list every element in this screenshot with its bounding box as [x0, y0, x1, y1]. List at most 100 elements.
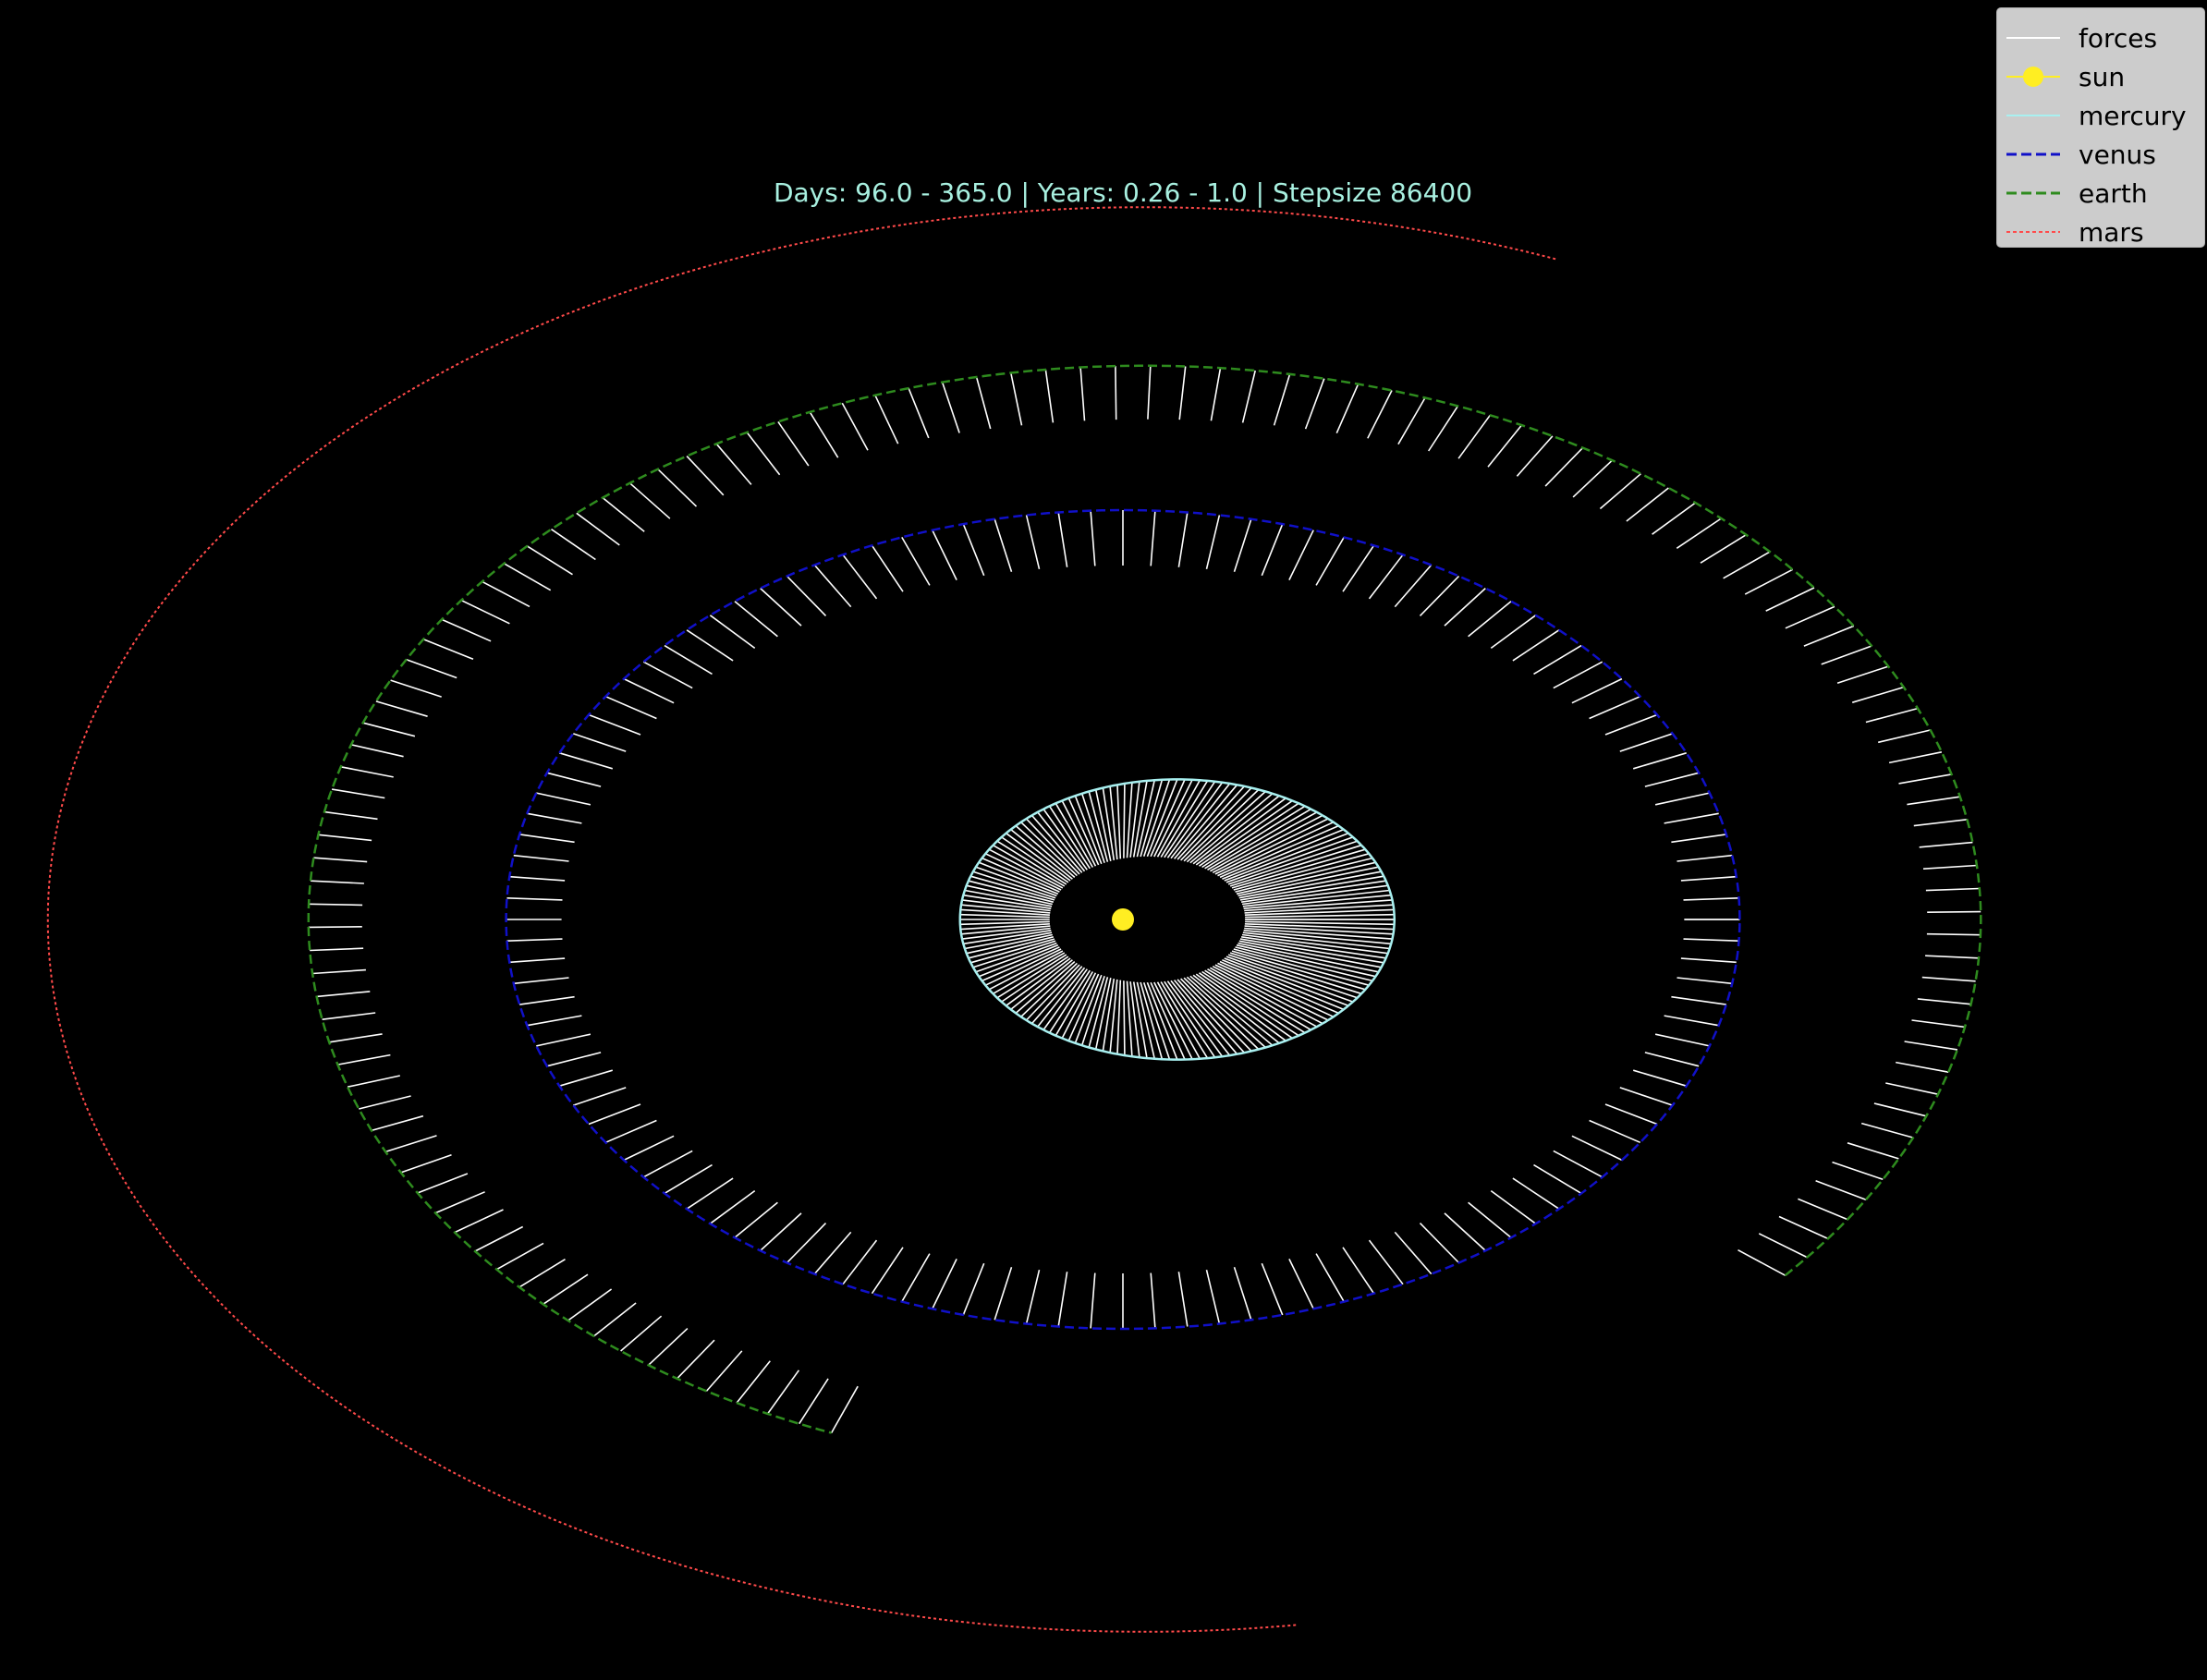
- force-vector-earth: [1079, 367, 1086, 421]
- force-vector-earth: [1544, 447, 1584, 487]
- force-vector-venus: [506, 897, 563, 901]
- force-vector-earth: [874, 395, 899, 444]
- force-vector-venus: [623, 677, 675, 704]
- force-vector-venus: [623, 1135, 675, 1162]
- force-vector-venus: [1261, 523, 1284, 577]
- force-vector-earth: [1847, 1142, 1899, 1160]
- force-vector-venus: [1512, 629, 1560, 662]
- force-vector-earth: [1044, 369, 1055, 423]
- force-vector-venus: [1632, 1069, 1687, 1087]
- force-vector-venus: [1553, 1150, 1603, 1178]
- force-vector-earth: [677, 1339, 715, 1380]
- force-vector-venus: [1619, 1087, 1673, 1106]
- force-vector-earth: [1803, 625, 1855, 647]
- force-vector-venus: [1090, 1272, 1096, 1329]
- force-vector-earth: [375, 700, 428, 717]
- force-vector-earth: [1907, 796, 1960, 806]
- force-vector-venus: [1315, 536, 1345, 586]
- force-vector-mercury: [959, 913, 1050, 919]
- force-vector-earth: [371, 1114, 424, 1132]
- force-vector-venus: [1288, 1259, 1314, 1309]
- force-vector-earth: [310, 947, 364, 952]
- force-vector-venus: [760, 1212, 802, 1251]
- force-vector-earth: [1885, 1082, 1939, 1095]
- force-vector-earth: [1851, 686, 1905, 703]
- force-vector-venus: [559, 1069, 614, 1087]
- force-vector-venus: [1671, 995, 1726, 1005]
- force-vector-venus: [1057, 1272, 1068, 1327]
- force-vector-venus: [506, 938, 563, 942]
- force-vector-venus: [813, 1231, 852, 1275]
- force-vector-venus: [871, 544, 904, 592]
- force-vector-earth: [686, 456, 725, 496]
- force-vector-earth: [1785, 605, 1835, 629]
- force-vector-earth: [504, 563, 552, 591]
- force-vector-venus: [1664, 812, 1719, 824]
- legend: forces sun mercury venus earth mars: [1996, 7, 2205, 248]
- legend-label: earth: [2079, 178, 2148, 209]
- legend-label: forces: [2079, 23, 2158, 54]
- force-vector-venus: [536, 1033, 591, 1047]
- force-vector-earth: [312, 968, 366, 975]
- force-vector-earth: [1925, 955, 1980, 959]
- legend-swatch-mercury: [2006, 115, 2060, 116]
- force-vector-earth: [908, 387, 930, 439]
- force-vector-earth: [1599, 473, 1641, 510]
- force-vector-earth: [1865, 707, 1919, 724]
- force-vector-earth: [1926, 932, 1981, 936]
- force-vector-venus: [513, 854, 569, 862]
- force-vector-earth: [1815, 1180, 1867, 1200]
- force-vector-earth: [390, 679, 442, 698]
- force-vector-earth: [1652, 502, 1696, 535]
- force-vector-earth: [593, 1302, 637, 1337]
- force-vector-venus: [573, 1087, 627, 1106]
- force-vector-venus: [1419, 575, 1460, 616]
- force-vector-earth: [1896, 1061, 1949, 1073]
- legend-swatch-forces: [2006, 37, 2060, 39]
- force-vector-venus: [1571, 677, 1623, 704]
- force-vector-venus: [1177, 1272, 1189, 1327]
- force-vector-earth: [799, 1378, 829, 1425]
- force-vector-venus: [734, 601, 778, 638]
- legend-label: mercury: [2079, 101, 2187, 131]
- force-vector-venus: [1619, 733, 1673, 752]
- force-vector-earth: [331, 788, 385, 799]
- force-vector-mercury: [1020, 822, 1078, 877]
- force-vector-venus: [1571, 1135, 1623, 1162]
- force-vector-venus: [842, 554, 878, 600]
- solar-system-plot: Days: 96.0 - 365.0 | Years: 0.26 - 1.0 |…: [46, 177, 1982, 1633]
- force-vector-venus: [1644, 772, 1700, 787]
- force-vector-earth: [736, 1360, 771, 1404]
- force-vector-venus: [519, 995, 575, 1005]
- force-vector-earth: [620, 1315, 663, 1352]
- force-vector-venus: [1288, 530, 1314, 580]
- force-vector-venus: [1671, 834, 1726, 844]
- force-vector-earth: [766, 1370, 800, 1415]
- force-vector-venus: [642, 1150, 693, 1178]
- force-vector-earth: [1178, 366, 1187, 420]
- force-vector-venus: [1394, 564, 1433, 608]
- force-vector-earth: [329, 1033, 383, 1043]
- legend-label: mars: [2079, 217, 2144, 248]
- force-vector-venus: [1533, 1163, 1582, 1195]
- force-vector-venus: [932, 530, 957, 580]
- force-vector-venus: [901, 1253, 931, 1303]
- force-vector-mercury: [1123, 783, 1126, 858]
- force-vector-earth: [1927, 910, 1981, 913]
- legend-item-sun: sun: [1997, 58, 2204, 97]
- force-vector-venus: [573, 733, 627, 752]
- force-vector-mercury: [993, 845, 1066, 887]
- force-vector-mercury: [988, 950, 1064, 991]
- force-vector-venus: [1233, 1266, 1252, 1321]
- force-vector-venus: [1444, 1212, 1486, 1251]
- force-vector-mercury: [1015, 824, 1076, 879]
- force-vector-venus: [1683, 897, 1739, 901]
- force-vector-earth: [1911, 1019, 1966, 1029]
- force-vector-earth: [567, 1288, 613, 1321]
- force-vector-earth: [543, 1273, 589, 1305]
- legend-label: sun: [2079, 62, 2126, 92]
- force-vector-mercury: [988, 848, 1064, 889]
- force-vector-earth: [705, 1350, 743, 1392]
- force-vector-venus: [1490, 1189, 1537, 1224]
- force-vector-venus: [1315, 1253, 1345, 1303]
